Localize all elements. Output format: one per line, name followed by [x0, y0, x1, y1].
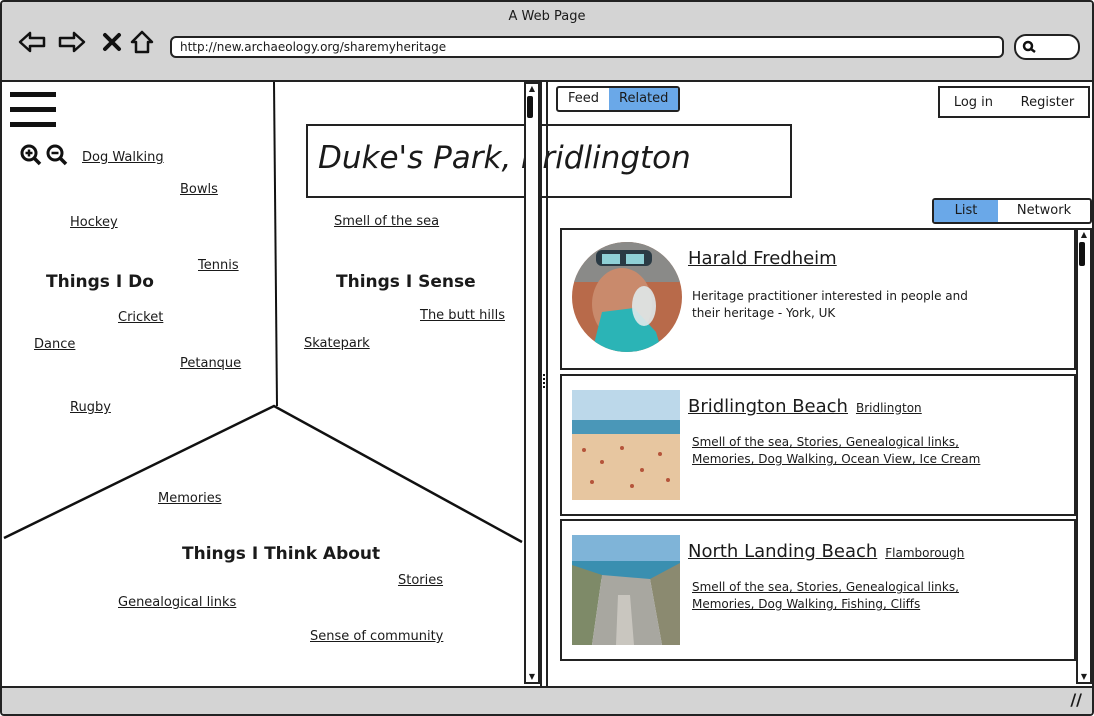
- status-bar: //: [2, 686, 1092, 714]
- browser-search-field[interactable]: [1014, 34, 1080, 60]
- tag-stories[interactable]: Stories: [398, 573, 443, 588]
- menu-icon: [10, 92, 56, 127]
- tag-skatepark[interactable]: Skatepark: [304, 336, 370, 351]
- pane-border: [540, 82, 542, 686]
- auth-box: Log in Register: [938, 86, 1090, 118]
- tab-feed[interactable]: Feed: [558, 88, 609, 110]
- tag-hockey[interactable]: Hockey: [70, 215, 118, 230]
- hamburger-menu-button[interactable]: [10, 90, 56, 134]
- tag-genealogical-links[interactable]: Genealogical links: [118, 595, 236, 610]
- tag-the-butt-hills[interactable]: The butt hills: [420, 308, 505, 323]
- tag-petanque[interactable]: Petanque: [180, 356, 241, 371]
- scroll-down-arrow-icon[interactable]: ▼: [526, 672, 538, 682]
- card-name-text[interactable]: Bridlington Beach: [688, 396, 848, 417]
- result-card-person[interactable]: Harald Fredheim Heritage practitioner in…: [560, 228, 1076, 370]
- place-photo: [572, 535, 680, 645]
- scroll-thumb[interactable]: [1079, 242, 1085, 266]
- home-icon: [130, 30, 154, 54]
- feed-related-tabs: Feed Related: [556, 86, 681, 112]
- register-link[interactable]: Register: [1021, 95, 1075, 110]
- tag-memories[interactable]: Memories: [158, 491, 222, 506]
- tag-dance[interactable]: Dance: [34, 337, 75, 352]
- scroll-down-arrow-icon[interactable]: ▼: [1078, 672, 1090, 682]
- browser-toolbar: A Web Page http://new.archaeology.org/sh…: [2, 2, 1092, 82]
- tab-list[interactable]: List: [934, 200, 998, 222]
- card-location[interactable]: Bridlington: [856, 401, 922, 415]
- address-bar[interactable]: http://new.archaeology.org/sharemyherita…: [170, 36, 1004, 58]
- section-title-things-i-think-about: Things I Think About: [182, 544, 381, 564]
- place-photo: [572, 390, 680, 500]
- arrow-right-icon: [58, 31, 86, 53]
- back-button[interactable]: [18, 28, 46, 56]
- tag-rugby[interactable]: Rugby: [70, 400, 111, 415]
- browser-window: A Web Page http://new.archaeology.org/sh…: [0, 0, 1094, 716]
- arrow-left-icon: [18, 31, 46, 53]
- card-name-text[interactable]: North Landing Beach: [688, 541, 877, 562]
- splitter-handle[interactable]: [543, 374, 548, 388]
- tag-smell-of-the-sea[interactable]: Smell of the sea: [334, 214, 439, 229]
- close-icon: [103, 33, 121, 51]
- tag-bowls[interactable]: Bowls: [180, 182, 218, 197]
- view-toggle: List Network: [932, 198, 1092, 224]
- zoom-in-button[interactable]: [20, 144, 42, 170]
- scroll-thumb[interactable]: [527, 96, 533, 118]
- avatar: [572, 242, 682, 352]
- card-location[interactable]: Flamborough: [885, 546, 964, 560]
- home-button[interactable]: [128, 28, 156, 56]
- resize-grip-icon[interactable]: //: [1070, 690, 1082, 709]
- card-tags[interactable]: Smell of the sea, Stories, Genealogical …: [692, 579, 992, 613]
- section-title-things-i-do: Things I Do: [46, 272, 154, 292]
- stop-button[interactable]: [98, 28, 126, 56]
- window-title: A Web Page: [508, 9, 586, 24]
- card-name[interactable]: North Landing Beach Flamborough: [688, 541, 964, 562]
- card-name[interactable]: Bridlington Beach Bridlington: [688, 396, 922, 417]
- zoom-in-icon: [20, 144, 42, 166]
- tag-cricket[interactable]: Cricket: [118, 310, 163, 325]
- scroll-up-arrow-icon[interactable]: ▲: [526, 84, 538, 94]
- search-icon: [1022, 40, 1036, 53]
- right-pane-scrollbar[interactable]: ▲ ▼: [1076, 228, 1092, 684]
- card-name[interactable]: Harald Fredheim: [688, 248, 837, 269]
- tag-sense-of-community[interactable]: Sense of community: [310, 629, 443, 644]
- card-tags[interactable]: Smell of the sea, Stories, Genealogical …: [692, 434, 992, 468]
- place-title: Duke's Park, Bridlington: [318, 140, 691, 176]
- place-title-box: Duke's Park, Bridlington: [306, 124, 792, 198]
- section-title-things-i-sense: Things I Sense: [336, 272, 476, 292]
- zoom-out-icon: [46, 144, 68, 166]
- result-card-place[interactable]: North Landing Beach Flamborough Smell of …: [560, 519, 1076, 661]
- card-description: Heritage practitioner interested in peop…: [692, 289, 968, 320]
- scroll-up-arrow-icon[interactable]: ▲: [1078, 230, 1090, 240]
- zoom-out-button[interactable]: [46, 144, 68, 170]
- result-card-place[interactable]: Bridlington Beach Bridlington Smell of th…: [560, 374, 1076, 516]
- tag-dog-walking[interactable]: Dog Walking: [82, 150, 164, 165]
- left-pane-scrollbar[interactable]: ▲ ▼: [524, 82, 540, 684]
- tab-network[interactable]: Network: [998, 200, 1090, 222]
- tag-tennis[interactable]: Tennis: [198, 258, 239, 273]
- tab-related[interactable]: Related: [609, 88, 679, 110]
- login-link[interactable]: Log in: [954, 95, 993, 110]
- forward-button[interactable]: [58, 28, 86, 56]
